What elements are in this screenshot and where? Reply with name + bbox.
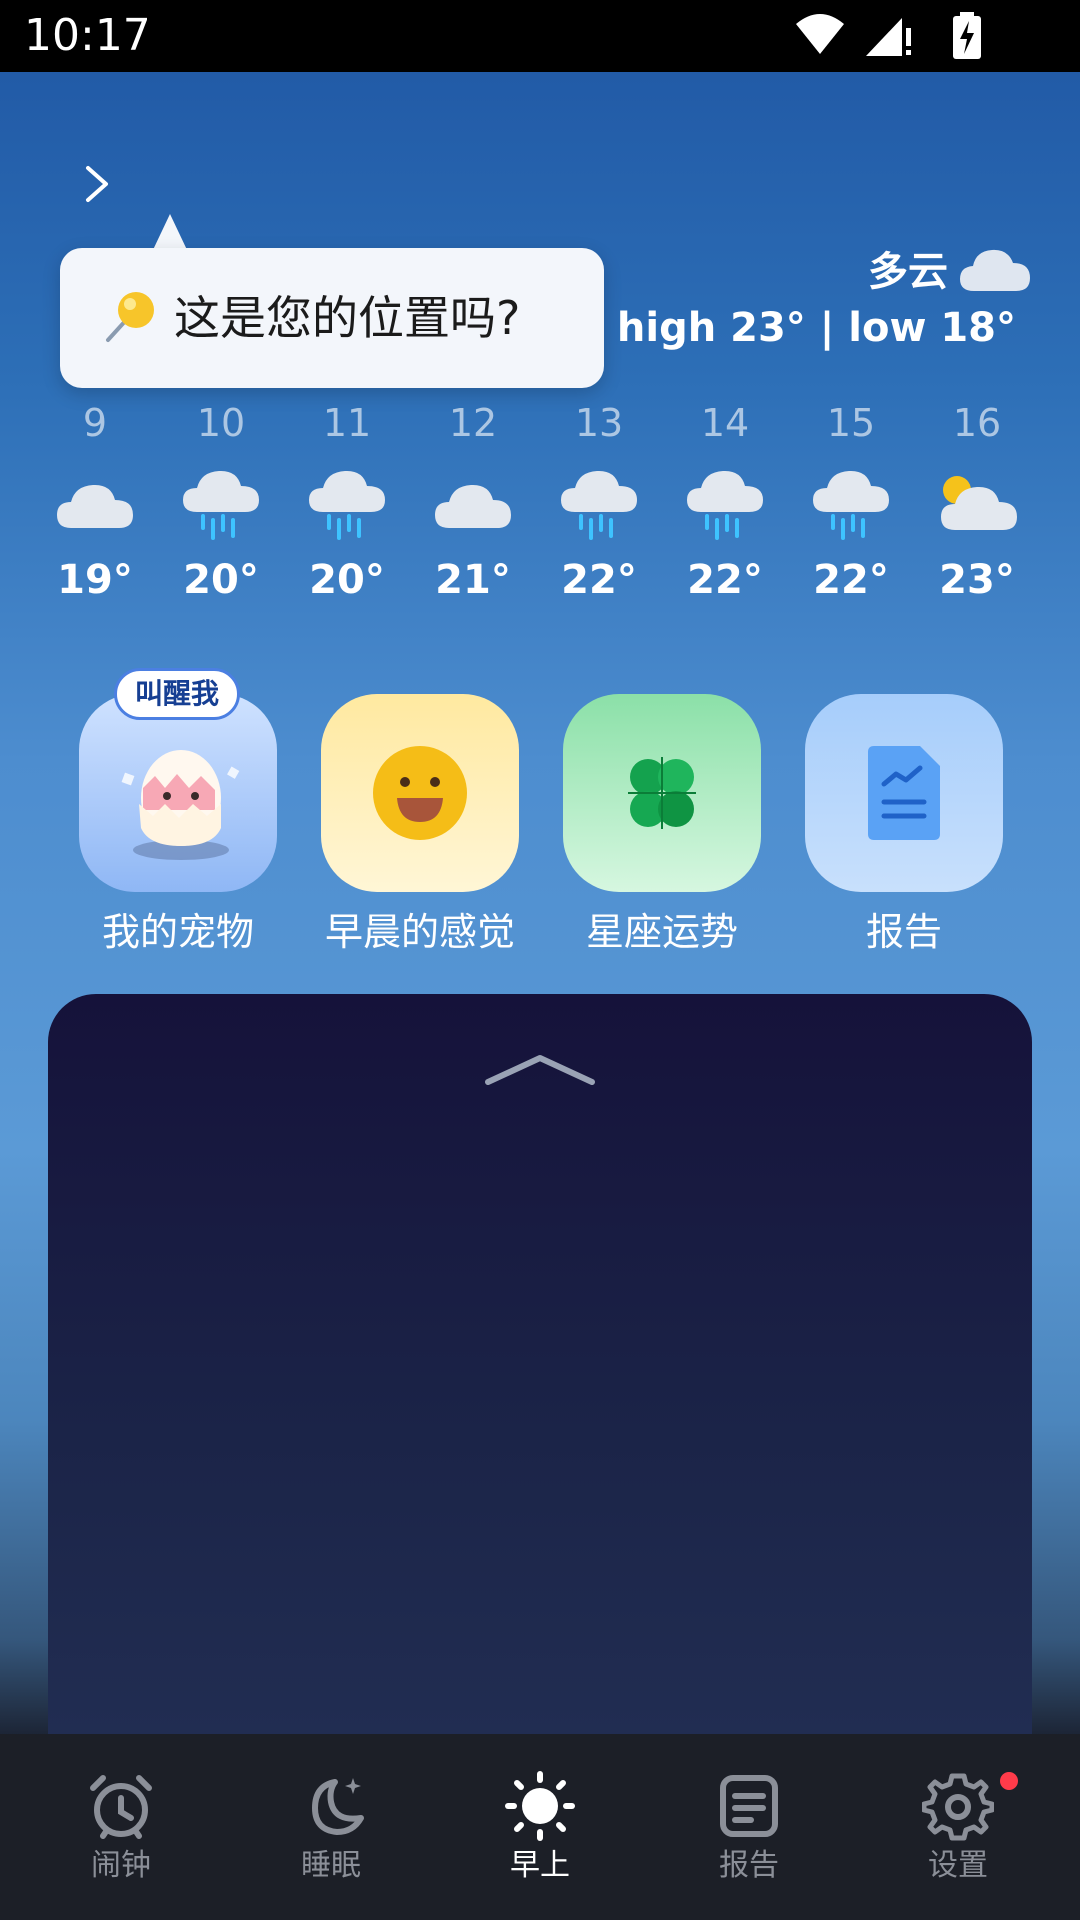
feature-tile bbox=[805, 694, 1003, 892]
rain-icon bbox=[309, 470, 385, 540]
tooltip-tail bbox=[152, 214, 188, 252]
hour-temp: 21° bbox=[435, 557, 511, 603]
status-bar: 10:17 bbox=[0, 0, 1080, 72]
hour-item: 9 19° bbox=[40, 398, 150, 608]
hour-label: 10 bbox=[196, 401, 246, 445]
feature-tile bbox=[79, 694, 277, 892]
screen: 10:17 多云 high 23° | low 18° 这是您的位置吗? 9 1… bbox=[0, 0, 1080, 1920]
location-tooltip[interactable]: 这是您的位置吗? bbox=[60, 248, 604, 388]
hour-item: 13 22° bbox=[544, 398, 654, 608]
battery-charging-icon bbox=[953, 12, 981, 59]
nav-label: 设置 bbox=[928, 1848, 988, 1883]
nav-item-alarm[interactable]: 闹钟 bbox=[41, 1770, 201, 1886]
feature-label: 报告 bbox=[865, 910, 942, 954]
report-icon bbox=[720, 1775, 778, 1837]
bottom-sheet[interactable] bbox=[48, 994, 1032, 1734]
hour-item: 14 22° bbox=[670, 398, 780, 608]
nav-item-morning[interactable]: 早上 bbox=[460, 1770, 620, 1886]
hour-temp: 19° bbox=[57, 557, 133, 603]
smiley-icon bbox=[373, 746, 467, 840]
nav-label: 早上 bbox=[510, 1848, 570, 1883]
hourly-forecast[interactable]: 9 19° 10 20° 11 20° 12 21° 13 22° 14 22°… bbox=[0, 398, 1080, 608]
feature-report[interactable]: 报告 bbox=[804, 694, 1004, 958]
alarm-clock-icon bbox=[90, 1775, 152, 1839]
feature-tile bbox=[563, 694, 761, 892]
report-icon bbox=[868, 746, 940, 840]
rain-icon bbox=[561, 470, 637, 540]
hour-temp: 20° bbox=[183, 557, 259, 603]
rain-icon bbox=[183, 470, 259, 540]
feature-my-pet[interactable]: 我的宠物 bbox=[78, 694, 278, 958]
bottom-nav: 闹钟 睡眠 早上 报告 设置 bbox=[0, 1734, 1080, 1920]
feature-label: 星座运势 bbox=[585, 910, 738, 954]
rain-icon bbox=[813, 470, 889, 540]
nav-label: 报告 bbox=[719, 1848, 779, 1883]
hour-item: 15 22° bbox=[796, 398, 906, 608]
clover-icon bbox=[628, 757, 696, 829]
pin-icon bbox=[106, 292, 154, 342]
hour-temp: 22° bbox=[813, 557, 889, 603]
weather-condition: 多云 bbox=[868, 238, 1032, 298]
tooltip-text: 这是您的位置吗? bbox=[174, 291, 521, 345]
hour-label: 12 bbox=[448, 401, 498, 445]
hour-item: 12 21° bbox=[418, 398, 528, 608]
hour-temp: 22° bbox=[687, 557, 763, 603]
rain-icon bbox=[687, 470, 763, 540]
cloud-icon bbox=[960, 249, 1030, 291]
nav-item-report[interactable]: 报告 bbox=[669, 1770, 829, 1886]
notification-dot bbox=[1000, 1772, 1018, 1790]
nav-item-sleep[interactable]: 睡眠 bbox=[251, 1770, 411, 1886]
hour-temp: 22° bbox=[561, 557, 637, 603]
signal-icon bbox=[866, 18, 911, 56]
hour-label: 16 bbox=[952, 401, 1002, 445]
hour-label: 11 bbox=[322, 401, 372, 445]
wake-me-badge[interactable]: 叫醒我 bbox=[114, 668, 240, 720]
cloud-icon bbox=[57, 484, 133, 528]
cloud-icon bbox=[435, 484, 511, 528]
hour-label: 15 bbox=[826, 401, 876, 445]
hour-label: 13 bbox=[574, 401, 624, 445]
feature-tile bbox=[321, 694, 519, 892]
high-low-temp: high 23° | low 18° bbox=[616, 305, 1016, 351]
feature-morning-feeling[interactable]: 早晨的感觉 bbox=[320, 694, 520, 958]
moon-icon bbox=[312, 1778, 364, 1835]
chevron-right-icon[interactable] bbox=[82, 164, 114, 204]
pet-egg-icon bbox=[121, 750, 240, 860]
hour-label: 14 bbox=[700, 401, 750, 445]
feature-horoscope[interactable]: 星座运势 bbox=[562, 694, 762, 958]
gear-icon bbox=[922, 1773, 994, 1841]
weather-condition-text: 多云 bbox=[868, 249, 948, 295]
chevron-up-icon[interactable] bbox=[484, 1052, 596, 1088]
nav-label: 睡眠 bbox=[301, 1848, 361, 1883]
hour-item: 16 23° bbox=[922, 398, 1032, 608]
partly-sunny-icon bbox=[941, 476, 1017, 530]
wifi-icon bbox=[796, 14, 844, 54]
hour-item: 11 20° bbox=[292, 398, 402, 608]
status-time: 10:17 bbox=[24, 10, 151, 61]
hour-item: 10 20° bbox=[166, 398, 276, 608]
hour-temp: 20° bbox=[309, 557, 385, 603]
sun-icon bbox=[505, 1771, 575, 1841]
nav-label: 闹钟 bbox=[91, 1848, 151, 1883]
feature-label: 我的宠物 bbox=[101, 910, 254, 954]
hour-temp: 23° bbox=[939, 557, 1015, 603]
feature-label: 早晨的感觉 bbox=[324, 910, 515, 954]
hour-label: 9 bbox=[82, 401, 108, 445]
